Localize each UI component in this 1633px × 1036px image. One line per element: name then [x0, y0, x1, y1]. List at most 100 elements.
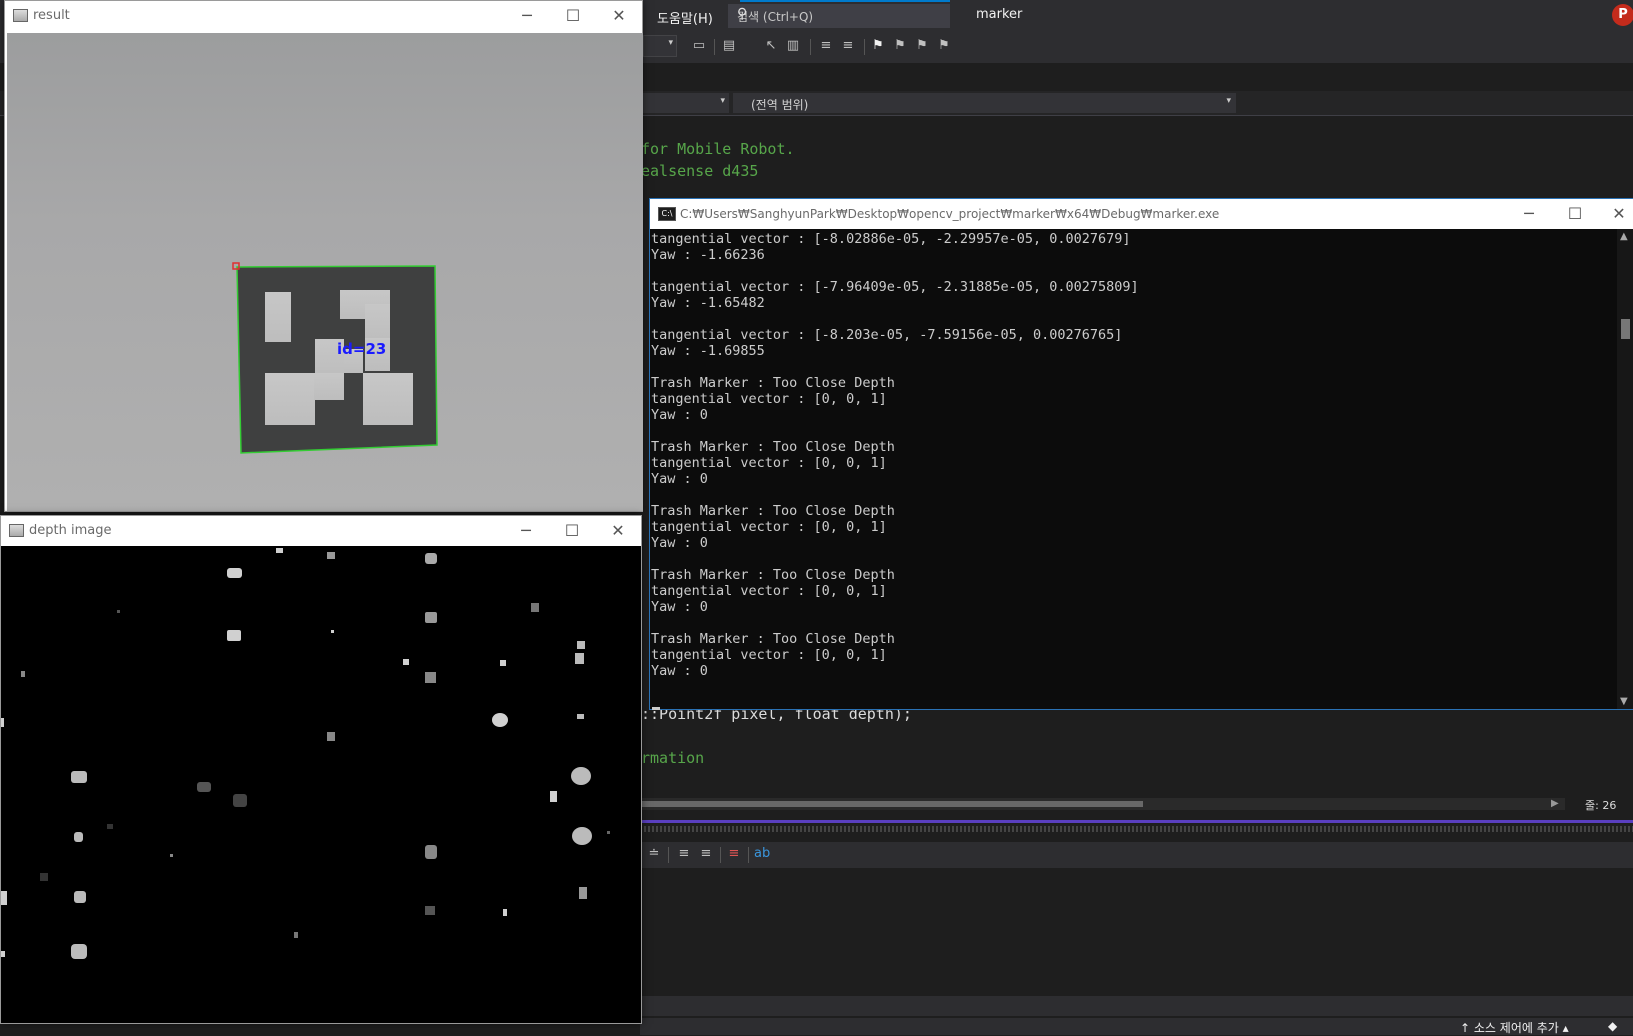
depth-noise: [1, 548, 610, 959]
console-line: tangential vector : [-8.203e-05, -7.5915…: [651, 327, 1123, 343]
depth-window[interactable]: depth image ─ ☐ ✕: [0, 515, 642, 1024]
console-line: tangential vector : [0, 0, 1]: [651, 455, 887, 471]
editor-horizontal-scrollbar[interactable]: [640, 798, 1565, 810]
window-title: depth image: [29, 523, 112, 538]
text-cursor: [652, 707, 660, 710]
depth-image: [1, 546, 641, 1023]
window-icon: [9, 524, 24, 537]
toolbar-separator: [720, 847, 721, 863]
console-line: Yaw : 0: [651, 535, 708, 551]
bookmark-prev-icon[interactable]: ⚑: [892, 38, 908, 54]
config-dropdown[interactable]: ▾: [643, 35, 677, 57]
console-output[interactable]: tangential vector : [-8.02886e-05, -2.29…: [650, 229, 1610, 709]
nav-scope-dropdown[interactable]: (전역 범위) ▾: [733, 93, 1236, 113]
word-wrap-icon[interactable]: ab: [754, 846, 770, 862]
chevron-down-icon: ▾: [720, 96, 725, 106]
title-bar[interactable]: depth image ─ ☐ ✕: [1, 516, 641, 546]
scroll-down-icon[interactable]: ▼: [1620, 696, 1628, 707]
nav-project-dropdown[interactable]: ▾: [643, 93, 729, 113]
scrollbar-thumb[interactable]: [640, 801, 1143, 807]
console-line: Trash Marker : Too Close Depth: [651, 631, 895, 647]
result-window[interactable]: result ─ ☐ ✕ id=23: [4, 0, 643, 512]
output-tabs: [640, 996, 1633, 1016]
close-icon[interactable]: ✕: [608, 5, 630, 27]
toolbar-separator: [748, 847, 749, 863]
output-toolbar: ≐ ≡ ≡ ≡ ab: [640, 842, 1633, 868]
minimize-icon[interactable]: ─: [1518, 203, 1540, 225]
bookmark-clear-icon[interactable]: ⚑: [936, 38, 952, 54]
code-line[interactable]: ealsense d435: [641, 162, 758, 180]
console-line: Trash Marker : Too Close Depth: [651, 439, 895, 455]
align-icon[interactable]: ≐: [646, 846, 662, 862]
chevron-down-icon: ▾: [668, 38, 673, 48]
project-title: marker: [976, 7, 1023, 22]
console-line: Yaw : 0: [651, 407, 708, 423]
menu-help[interactable]: 도움말(H): [657, 8, 713, 27]
vs-search-box[interactable]: 검색 (Ctrl+Q) ⚲: [728, 4, 950, 28]
console-line: Trash Marker : Too Close Depth: [651, 567, 895, 583]
console-line: tangential vector : [0, 0, 1]: [651, 647, 887, 663]
comment-icon[interactable]: ▥: [785, 38, 801, 54]
chevron-down-icon: ▾: [1226, 96, 1231, 106]
nav-scope-label: (전역 범위): [751, 98, 809, 112]
arrow-up-icon: ↑: [1460, 1021, 1471, 1035]
toolbar-separator: [864, 39, 865, 55]
console-line: Yaw : 0: [651, 599, 708, 615]
console-line: Yaw : -1.65482: [651, 295, 765, 311]
indent-icon[interactable]: ≡: [818, 38, 834, 54]
minimize-icon[interactable]: ─: [516, 5, 538, 27]
maximize-icon[interactable]: ☐: [561, 520, 583, 542]
window-icon: [13, 9, 28, 22]
profile-avatar[interactable]: P: [1612, 4, 1633, 26]
vs-accent-line: [740, 0, 950, 2]
code-line[interactable]: rmation: [641, 749, 704, 767]
panel-splitter[interactable]: [640, 820, 1633, 823]
marker-overlay: [232, 262, 438, 454]
open-folder-icon[interactable]: ▭: [691, 38, 707, 54]
close-icon[interactable]: ✕: [607, 520, 629, 542]
output-panel[interactable]: [640, 868, 1633, 995]
outdent-icon[interactable]: ≡: [840, 38, 856, 54]
console-line: tangential vector : [0, 0, 1]: [651, 391, 887, 407]
title-bar[interactable]: result ─ ☐ ✕: [5, 1, 642, 31]
scroll-right-icon[interactable]: ▶: [1551, 798, 1559, 809]
git-icon[interactable]: ◆: [1608, 1019, 1617, 1033]
marker-id-label: id=23: [337, 340, 387, 358]
close-icon[interactable]: ✕: [1608, 203, 1630, 225]
console-line: Yaw : 0: [651, 471, 708, 487]
source-control-button[interactable]: ↑ 소스 제어에 추가 ▴: [1460, 1019, 1569, 1036]
status-bar: ↑ 소스 제어에 추가 ▴ ◆: [640, 1018, 1633, 1035]
code-line[interactable]: for Mobile Robot.: [641, 140, 795, 158]
title-bar[interactable]: C:\ C:₩Users₩SanghyunPark₩Desktop₩opencv…: [650, 199, 1633, 229]
console-line: tangential vector : [0, 0, 1]: [651, 583, 887, 599]
camera-image: id=23: [7, 33, 643, 511]
bookmark-next-icon[interactable]: ⚑: [914, 38, 930, 54]
clear-all-icon[interactable]: ≡: [726, 846, 742, 862]
console-line: Yaw : -1.69855: [651, 343, 765, 359]
console-path: C:₩Users₩SanghyunPark₩Desktop₩opencv_pro…: [680, 207, 1220, 221]
prev-icon[interactable]: ≡: [676, 846, 692, 862]
console-line: Trash Marker : Too Close Depth: [651, 503, 895, 519]
console-line: Yaw : 0: [651, 663, 708, 679]
minimize-icon[interactable]: ─: [515, 520, 537, 542]
scrollbar-thumb[interactable]: [1621, 319, 1630, 339]
bookmark-icon[interactable]: ⚑: [870, 38, 886, 54]
console-icon: C:\: [658, 207, 676, 221]
toolbar-separator: [810, 39, 811, 55]
maximize-icon[interactable]: ☐: [562, 5, 584, 27]
console-line: tangential vector : [-7.96409e-05, -2.31…: [651, 279, 1139, 295]
console-scrollbar[interactable]: ▲ ▼: [1617, 229, 1633, 709]
window-title: result: [33, 8, 70, 23]
toolbar-separator: [714, 39, 715, 55]
maximize-icon[interactable]: ☐: [1564, 203, 1586, 225]
scroll-up-icon[interactable]: ▲: [1620, 231, 1628, 242]
search-icon[interactable]: ⚲: [737, 6, 943, 22]
console-window[interactable]: C:\ C:₩Users₩SanghyunPark₩Desktop₩opencv…: [649, 198, 1633, 710]
layout-icon[interactable]: ▤: [721, 38, 737, 54]
console-line: Trash Marker : Too Close Depth: [651, 375, 895, 391]
cursor-icon[interactable]: ↖: [763, 38, 779, 54]
panel-splitter-grip: [640, 826, 1633, 832]
next-icon[interactable]: ≡: [698, 846, 714, 862]
console-line: Yaw : -1.66236: [651, 247, 765, 263]
toolbar-separator: [668, 847, 669, 863]
